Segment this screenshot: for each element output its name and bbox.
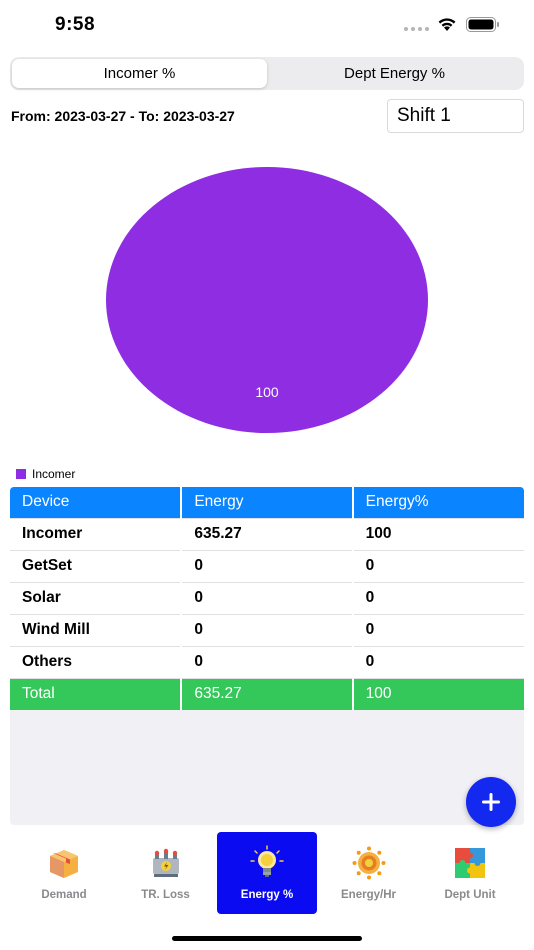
cell-energy-percent: 0 [352, 614, 524, 647]
transformer-icon [152, 848, 179, 877]
chart-legend: Incomer [16, 467, 75, 481]
cell-energy-percent: 0 [352, 646, 524, 679]
table-row: Incomer 635.27 100 [10, 518, 524, 551]
tab-label-dept-unit: Dept Unit [444, 889, 496, 901]
cell-energy-percent: 0 [352, 550, 524, 583]
table-row: Others 0 0 [10, 646, 524, 679]
cell-device: GetSet [10, 550, 183, 583]
box-icon [50, 850, 78, 878]
total-energy-percent: 100 [352, 678, 524, 710]
table-row: Wind Mill 0 0 [10, 614, 524, 647]
pie-data-label: 100 [255, 384, 279, 400]
status-time: 9:58 [55, 14, 96, 35]
cell-device: Wind Mill [10, 614, 183, 647]
tab-bar: Demand TR. Loss Energy % Energy/Hr Dept … [0, 832, 534, 916]
tab-tr-loss[interactable]: TR. Loss [116, 832, 216, 914]
cell-energy: 0 [181, 582, 354, 615]
pie-chart: 100 [0, 150, 534, 450]
cell-energy-percent: 100 [352, 518, 524, 551]
tab-dept-unit[interactable]: Dept Unit [420, 832, 520, 914]
table-header-row: Device Energy Energy% [10, 487, 524, 519]
table-row: GetSet 0 0 [10, 550, 524, 583]
column-header-energy: Energy [181, 487, 354, 519]
sun-icon [352, 846, 385, 880]
cell-energy: 635.27 [181, 518, 354, 551]
tab-demand[interactable]: Demand [14, 832, 114, 914]
date-range: From: 2023-03-27 - To: 2023-03-27 [11, 108, 235, 124]
tab-label-demand: Demand [41, 889, 87, 901]
home-indicator [172, 936, 362, 941]
add-button[interactable] [466, 777, 516, 827]
table-total-row: Total 635.27 100 [10, 678, 524, 710]
column-header-energy-percent: Energy% [352, 487, 524, 519]
cell-energy: 0 [181, 614, 354, 647]
total-label: Total [10, 678, 183, 710]
cell-device: Solar [10, 582, 183, 615]
signal-icon [404, 27, 429, 31]
segmented-control: Incomer % Dept Energy % [10, 57, 524, 90]
total-energy: 635.27 [181, 678, 354, 710]
tab-label-tr-loss: TR. Loss [141, 889, 190, 901]
tab-energy-hr[interactable]: Energy/Hr [319, 832, 419, 914]
tab-energy-percent[interactable]: Energy % [217, 832, 317, 914]
cell-device: Incomer [10, 518, 183, 551]
energy-table: Device Energy Energy% Incomer 635.27 100… [10, 487, 524, 825]
cell-energy: 0 [181, 550, 354, 583]
wifi-icon [438, 18, 456, 31]
cell-energy: 0 [181, 646, 354, 679]
puzzle-icon [455, 848, 485, 878]
table-row: Solar 0 0 [10, 582, 524, 615]
tab-label-energy-hr: Energy/Hr [341, 889, 396, 901]
shift-selector[interactable]: Shift 1 [387, 99, 524, 133]
cell-energy-percent: 0 [352, 582, 524, 615]
cell-device: Others [10, 646, 183, 679]
status-bar: 9:58 [0, 0, 534, 50]
column-header-device: Device [10, 487, 183, 519]
segment-incomer[interactable]: Incomer % [12, 59, 267, 88]
legend-swatch [16, 469, 26, 479]
tab-label-energy-percent: Energy % [240, 889, 294, 901]
plus-icon [482, 793, 500, 811]
segment-dept-energy[interactable]: Dept Energy % [267, 59, 522, 88]
battery-icon [466, 17, 499, 32]
lightbulb-icon [250, 845, 284, 877]
legend-label: Incomer [32, 467, 76, 481]
